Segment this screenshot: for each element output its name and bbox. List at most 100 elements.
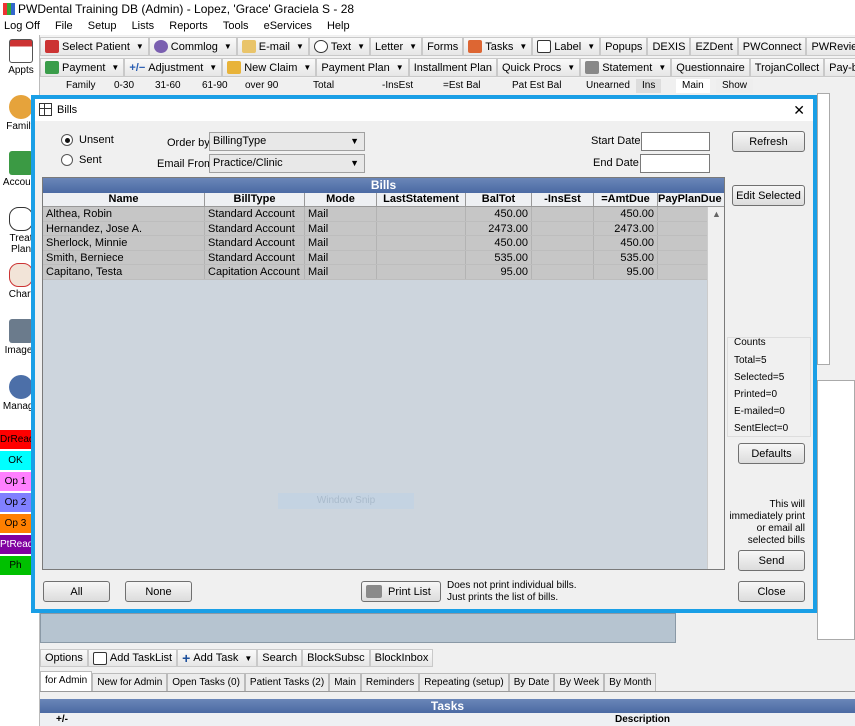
label-button[interactable]: Label ▼ [532,37,601,56]
chevron-down-icon[interactable]: ▼ [244,654,252,663]
payment-plan-button[interactable]: Payment Plan ▼ [316,58,409,77]
questionnaire-button[interactable]: Questionnaire [671,58,750,77]
menu-tools[interactable]: Tools [223,18,249,35]
table-row[interactable]: Smith, Berniece Standard Account Mail 53… [43,250,724,265]
status-op-2[interactable]: Op 2 [0,493,31,512]
trojancollect-button[interactable]: TrojanCollect [749,58,825,77]
tab-open-tasks[interactable]: Open Tasks (0) [167,673,245,691]
module-appts[interactable]: Appts [2,37,40,81]
tab-reminders[interactable]: Reminders [360,673,420,691]
block-subsc-button[interactable]: BlockSubsc [302,649,370,667]
status-op-3[interactable]: Op 3 [0,514,31,533]
tab-by-date[interactable]: By Date [508,673,555,691]
col-laststatement[interactable]: LastStatement [377,193,466,206]
pwconnect-button[interactable]: PWConnect [737,37,807,56]
chevron-down-icon[interactable]: ▼ [519,42,527,51]
col-mode[interactable]: Mode [305,193,377,206]
new-claim-button[interactable]: New Claim ▼ [222,58,317,77]
chevron-down-icon[interactable]: ▼ [396,63,404,72]
tab-patient-tasks[interactable]: Patient Tasks (2) [244,673,330,691]
menu-log-off[interactable]: Log Off [4,18,40,35]
letter-button[interactable]: Letter ▼ [370,37,423,56]
select-all-button[interactable]: All [43,581,110,602]
quick-procs-button[interactable]: Quick Procs ▼ [496,58,581,77]
select-patient-button[interactable]: Select Patient ▼ [40,37,149,56]
tab-show[interactable]: Show [716,79,754,93]
tab-main[interactable]: Main [676,79,710,93]
block-inbox-button[interactable]: BlockInbox [369,649,434,667]
tab-by-month[interactable]: By Month [604,673,657,691]
pwreviews-button[interactable]: PWReviews [806,37,855,56]
chevron-down-icon[interactable]: ▼ [357,42,365,51]
menu-help[interactable]: Help [327,18,350,35]
edit-selected-button[interactable]: Edit Selected [732,185,805,206]
tab-new-for-admin[interactable]: New for Admin [92,673,168,691]
chevron-down-icon[interactable]: ▼ [296,42,304,51]
menu-file[interactable]: File [55,18,73,35]
tasks-button[interactable]: Tasks ▼ [463,37,533,56]
print-list-button[interactable]: Print List [361,581,441,602]
table-row[interactable]: Capitano, Testa Capitation Account Mail … [43,265,724,280]
select-none-button[interactable]: None [125,581,192,602]
col-plus-minus[interactable]: +/- [56,713,68,726]
popups-button[interactable]: Popups [600,37,648,56]
col-insest[interactable]: -InsEst [532,193,594,206]
close-icon[interactable]: ✕ [793,99,805,121]
chevron-down-icon[interactable]: ▼ [409,42,417,51]
table-row[interactable]: Althea, Robin Standard Account Mail 450.… [43,207,724,222]
menu-setup[interactable]: Setup [88,18,117,35]
col-billtype[interactable]: BillType [205,193,305,206]
col-payplandue[interactable]: PayPlanDue [658,193,722,206]
col-amtdue[interactable]: =AmtDue [594,193,658,206]
menu-eservices[interactable]: eServices [264,18,312,35]
col-name[interactable]: Name [43,193,205,206]
forms-button[interactable]: Forms [422,37,464,56]
add-tasklist-button[interactable]: Add TaskList [87,649,178,667]
email-button[interactable]: E-mail ▼ [236,37,309,56]
chevron-down-icon[interactable]: ▼ [209,63,217,72]
chevron-up-icon[interactable]: ▲ [712,209,721,219]
dexis-button[interactable]: DEXIS [647,37,691,56]
tab-main[interactable]: Main [329,673,361,691]
refresh-button[interactable]: Refresh [732,131,805,152]
col-description[interactable]: Description [615,713,670,726]
table-row[interactable]: Sherlock, Minnie Standard Account Mail 4… [43,236,724,251]
unsent-radio[interactable] [61,134,73,146]
installment-plan-button[interactable]: Installment Plan [408,58,497,77]
tab-repeating-setup[interactable]: Repeating (setup) [419,673,509,691]
commlog-button[interactable]: Commlog ▼ [148,37,237,56]
adjustment-button[interactable]: +/− Adjustment ▼ [124,58,223,77]
status-ok[interactable]: OK [0,451,31,470]
tab-for-admin[interactable]: for Admin [40,671,93,691]
chevron-down-icon[interactable]: ▼ [567,63,575,72]
chevron-down-icon[interactable]: ▼ [224,42,232,51]
menu-reports[interactable]: Reports [169,18,208,35]
status-dr-ready[interactable]: DrReady [0,430,31,449]
order-by-select[interactable]: BillingType ▼ [209,132,365,151]
text-button[interactable]: Text ▼ [308,37,370,56]
email-from-select[interactable]: Practice/Clinic ▼ [209,154,365,173]
send-button[interactable]: Send [738,550,805,571]
pay-by-text-button[interactable]: Pay-by-Text [824,58,855,77]
status-ph-asst[interactable]: Ph Asst [0,556,31,575]
tab-by-week[interactable]: By Week [554,673,605,691]
status-op-1[interactable]: Op 1 [0,472,31,491]
chevron-down-icon[interactable]: ▼ [303,63,311,72]
search-button[interactable]: Search [257,649,303,667]
sent-radio[interactable] [61,154,73,166]
chevron-down-icon[interactable]: ▼ [587,42,595,51]
options-button[interactable]: Options [40,649,88,667]
table-row[interactable]: Hernandez, Jose A. Standard Account Mail… [43,221,724,236]
start-date-input[interactable] [641,132,710,151]
col-baltot[interactable]: BalTot [466,193,532,206]
grid-scrollbar[interactable]: ▲ [707,207,724,569]
menu-lists[interactable]: Lists [132,18,155,35]
status-pt-ready[interactable]: PtReady [0,535,31,554]
statement-button[interactable]: Statement ▼ [580,58,672,77]
add-task-button[interactable]: + Add Task ▼ [177,649,258,667]
payment-button[interactable]: Payment ▼ [40,58,125,77]
ezdent-button[interactable]: EZDent [690,37,738,56]
chevron-down-icon[interactable]: ▼ [136,42,144,51]
end-date-input[interactable] [640,154,710,173]
defaults-button[interactable]: Defaults [738,443,805,464]
